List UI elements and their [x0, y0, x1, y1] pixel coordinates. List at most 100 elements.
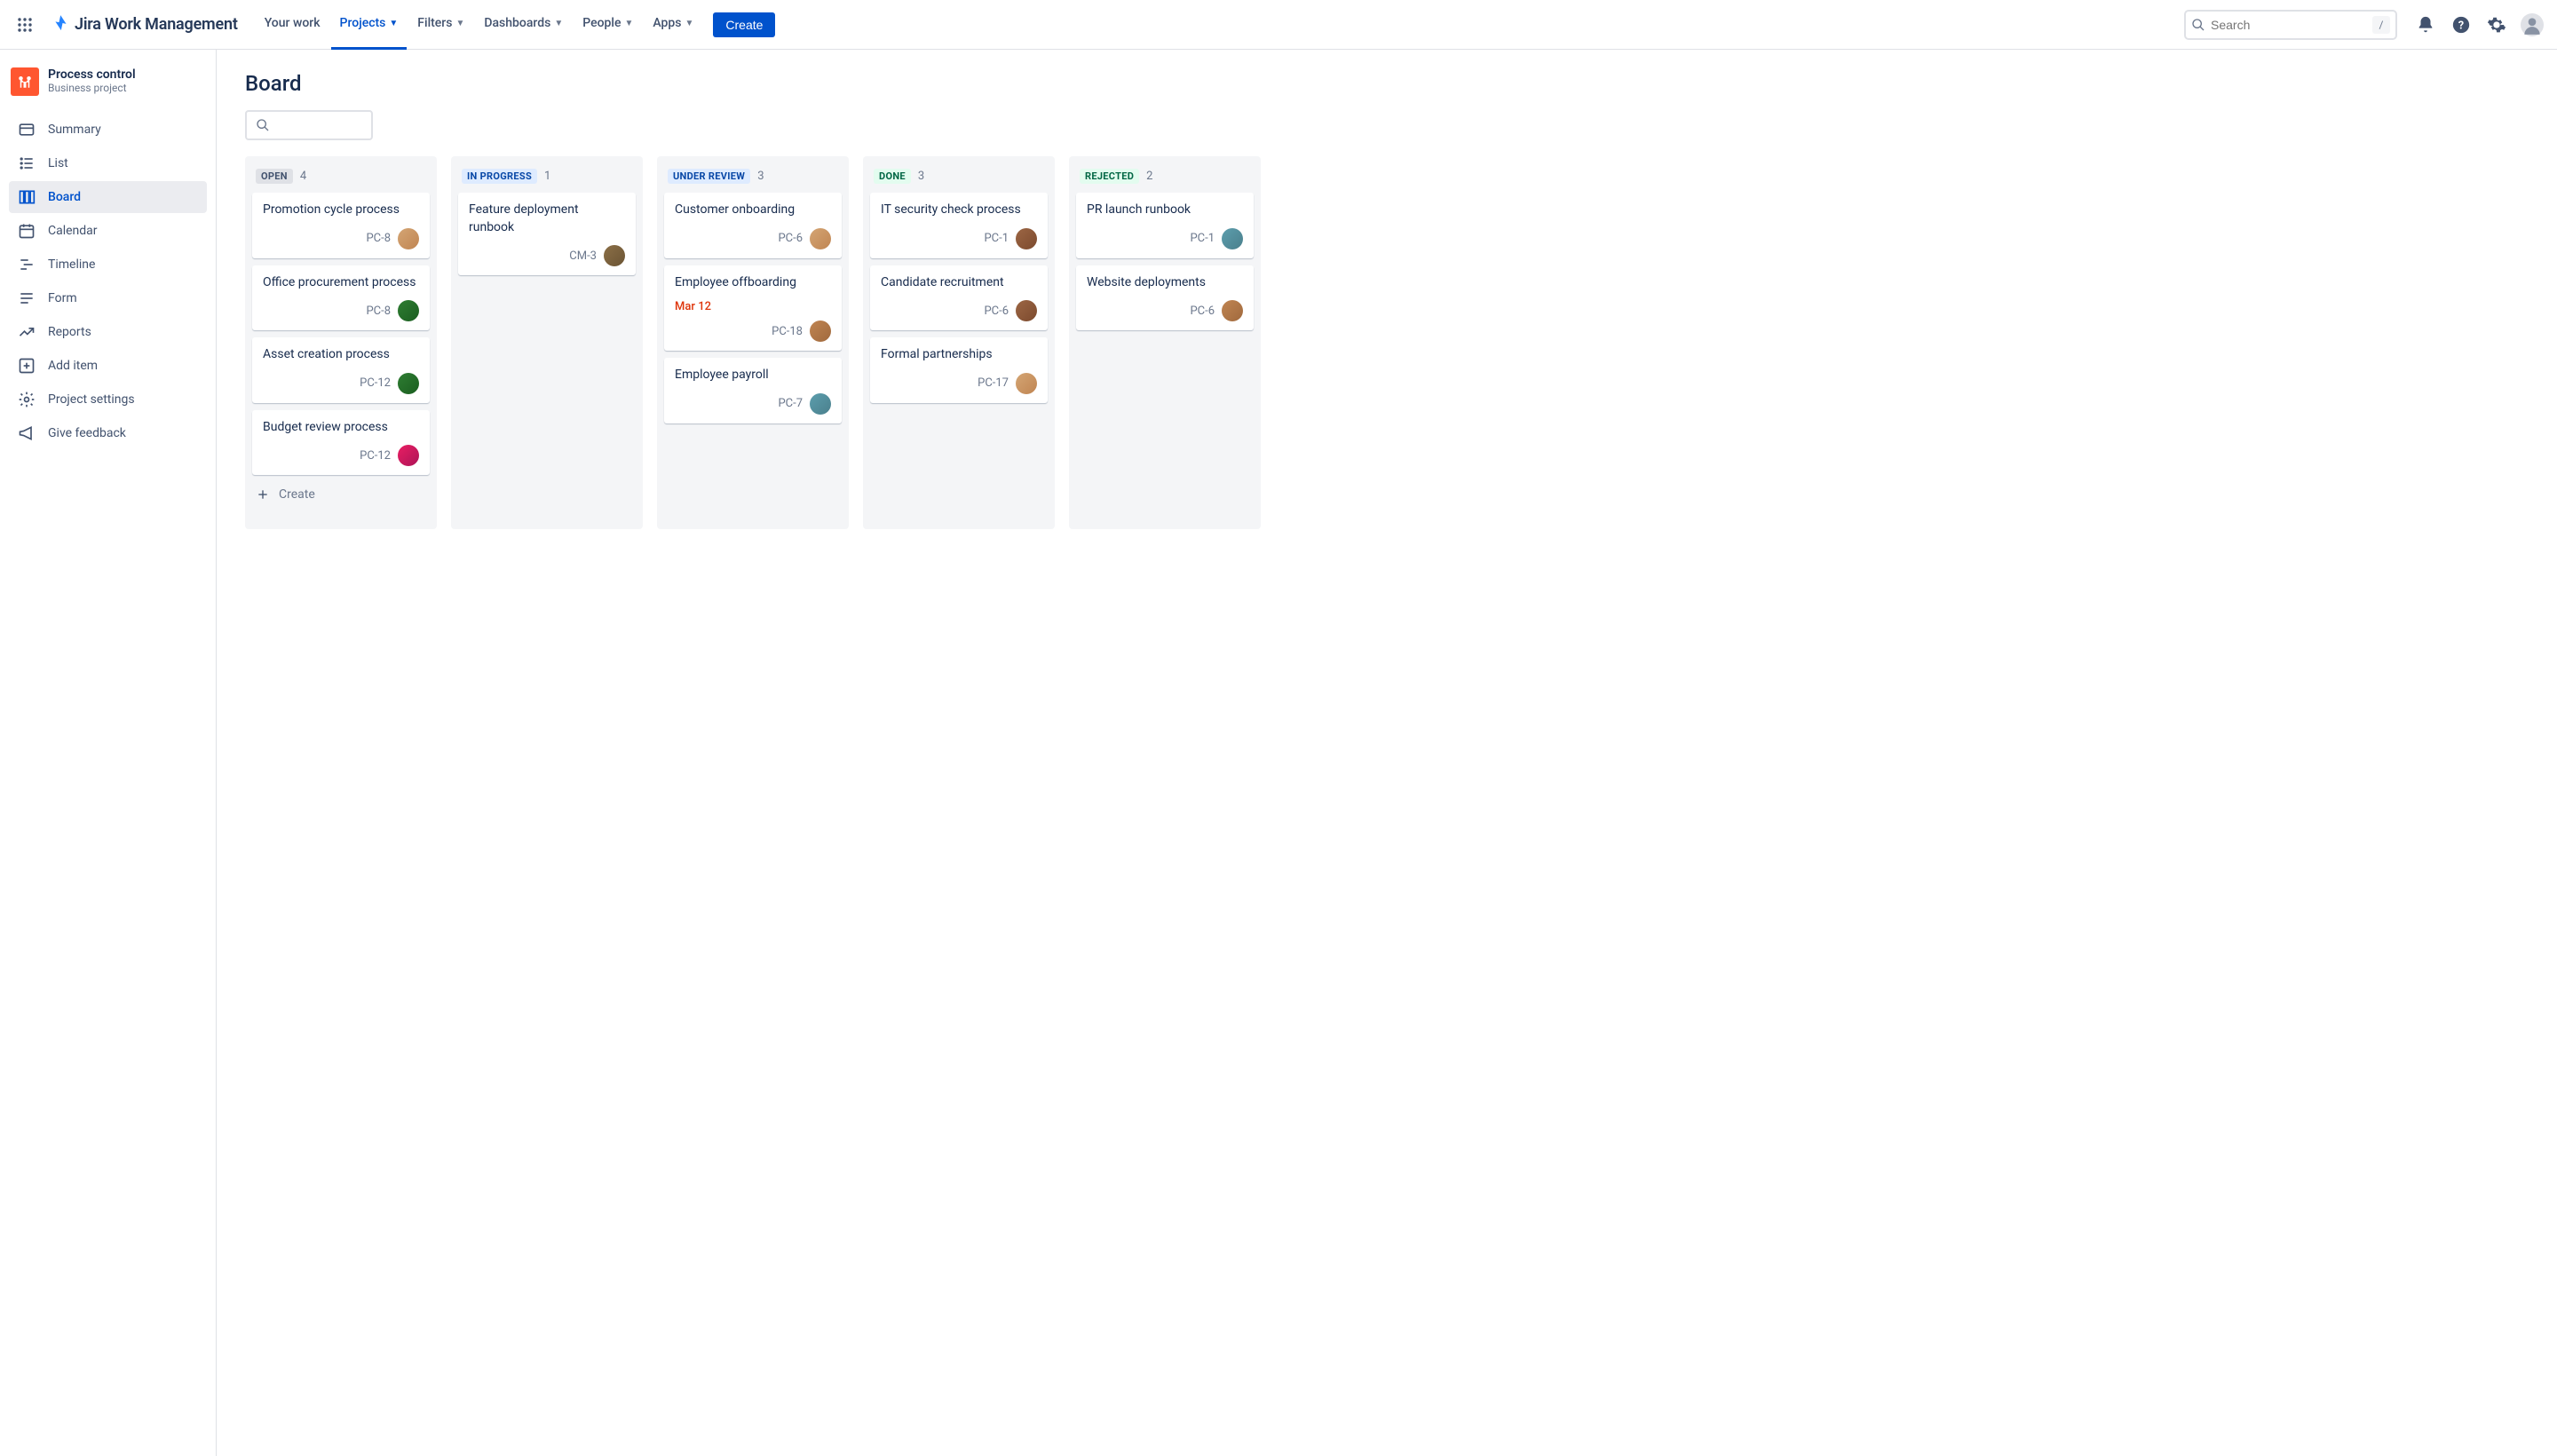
sidebar-item-project-settings[interactable]: Project settings — [9, 384, 207, 415]
card-footer: PC-7 — [675, 393, 831, 415]
sidebar-item-label: Give feedback — [48, 426, 126, 440]
sidebar-item-label: List — [48, 156, 68, 170]
nav-item-people[interactable]: People▼ — [574, 0, 642, 50]
card-key: PC-18 — [772, 325, 803, 338]
sidebar-item-timeline[interactable]: Timeline — [9, 249, 207, 281]
page-title: Board — [245, 71, 2529, 96]
card-key: PC-6 — [984, 305, 1009, 318]
sidebar-item-reports[interactable]: Reports — [9, 316, 207, 348]
card-footer: PC-1 — [881, 228, 1037, 249]
sidebar-item-form[interactable]: Form — [9, 282, 207, 314]
app-switcher-icon[interactable] — [11, 11, 39, 39]
card[interactable]: Employee offboardingMar 12PC-18 — [664, 265, 842, 352]
sidebar-item-label: Project settings — [48, 392, 135, 407]
nav-label: People — [582, 16, 621, 30]
card[interactable]: Feature deployment runbookCM-3 — [458, 193, 636, 275]
card[interactable]: Candidate recruitmentPC-6 — [870, 265, 1048, 331]
card[interactable]: Customer onboardingPC-6 — [664, 193, 842, 258]
assignee-avatar[interactable] — [810, 228, 831, 249]
project-type: Business project — [48, 82, 136, 94]
search-input[interactable] — [2205, 18, 2372, 32]
card[interactable]: Office procurement processPC-8 — [252, 265, 430, 331]
nav-item-dashboards[interactable]: Dashboards▼ — [475, 0, 572, 50]
card-footer: CM-3 — [469, 245, 625, 266]
create-card-button[interactable]: Create — [252, 482, 430, 507]
column-count: 4 — [300, 170, 306, 183]
sidebar-item-summary[interactable]: Summary — [9, 114, 207, 146]
card[interactable]: PR launch runbookPC-1 — [1076, 193, 1254, 258]
settings-icon[interactable] — [2482, 11, 2511, 39]
card-footer: PC-8 — [263, 300, 419, 321]
card-key: CM-3 — [569, 249, 597, 263]
sidebar-item-label: Reports — [48, 325, 91, 339]
column-open: OPEN4Promotion cycle processPC-8Office p… — [245, 156, 437, 529]
column-header: UNDER REVIEW3 — [664, 163, 842, 193]
nav-label: Dashboards — [484, 16, 550, 30]
card[interactable]: Budget review processPC-12 — [252, 410, 430, 476]
form-icon — [18, 289, 36, 307]
svg-text:?: ? — [2458, 19, 2464, 32]
sidebar-item-give-feedback[interactable]: Give feedback — [9, 417, 207, 449]
column-title: REJECTED — [1080, 169, 1139, 184]
card-key: PC-12 — [360, 376, 391, 390]
assignee-avatar[interactable] — [1016, 300, 1037, 321]
card-key: PC-8 — [366, 305, 391, 318]
profile-avatar[interactable] — [2518, 11, 2546, 39]
assignee-avatar[interactable] — [810, 320, 831, 342]
assignee-avatar[interactable] — [1016, 373, 1037, 394]
notifications-icon[interactable] — [2411, 11, 2440, 39]
card[interactable]: Promotion cycle processPC-8 — [252, 193, 430, 258]
project-header[interactable]: Process control Business project — [9, 67, 207, 114]
sidebar-item-board[interactable]: Board — [9, 181, 207, 213]
assignee-avatar[interactable] — [398, 445, 419, 466]
nav-label: Apps — [653, 16, 681, 30]
sidebar-item-label: Summary — [48, 123, 101, 137]
card-title: Formal partnerships — [881, 346, 1037, 364]
assignee-avatar[interactable] — [1222, 300, 1243, 321]
card-key: PC-12 — [360, 449, 391, 463]
project-icon — [11, 67, 39, 96]
chevron-down-icon: ▼ — [389, 19, 398, 28]
column-header: IN PROGRESS1 — [458, 163, 636, 193]
create-button[interactable]: Create — [713, 12, 775, 37]
assignee-avatar[interactable] — [398, 300, 419, 321]
card-key: PC-7 — [778, 397, 803, 410]
sidebar-item-label: Add item — [48, 359, 98, 373]
card[interactable]: Asset creation process PC-12 — [252, 337, 430, 403]
card-title: Asset creation process — [263, 346, 419, 364]
assignee-avatar[interactable] — [604, 245, 625, 266]
sidebar-item-list[interactable]: List — [9, 147, 207, 179]
card-date: Mar 12 — [675, 300, 831, 313]
card-title: IT security check process — [881, 202, 1037, 219]
search-box[interactable]: / — [2184, 10, 2397, 40]
sidebar-item-add-item[interactable]: Add item — [9, 350, 207, 382]
board: OPEN4Promotion cycle processPC-8Office p… — [245, 156, 2529, 529]
search-icon — [256, 118, 270, 132]
card[interactable]: Employee payrollPC-7 — [664, 358, 842, 423]
nav-item-filters[interactable]: Filters▼ — [408, 0, 473, 50]
nav-item-apps[interactable]: Apps▼ — [644, 0, 702, 50]
sidebar-item-label: Timeline — [48, 257, 95, 272]
help-icon[interactable]: ? — [2447, 11, 2475, 39]
product-name: Jira Work Management — [75, 15, 238, 34]
product-logo[interactable]: Jira Work Management — [43, 13, 245, 36]
chevron-down-icon: ▼ — [624, 19, 633, 28]
assignee-avatar[interactable] — [398, 228, 419, 249]
nav-item-your-work[interactable]: Your work — [256, 0, 329, 50]
card[interactable]: Formal partnerships PC-17 — [870, 337, 1048, 403]
sidebar-item-label: Calendar — [48, 224, 98, 238]
card-footer: PC-17 — [881, 373, 1037, 394]
assignee-avatar[interactable] — [810, 393, 831, 415]
card[interactable]: IT security check process PC-1 — [870, 193, 1048, 258]
assignee-avatar[interactable] — [398, 373, 419, 394]
settings-icon — [18, 391, 36, 408]
search-icon — [2191, 18, 2205, 32]
nav-label: Filters — [417, 16, 452, 30]
jira-logo-icon — [50, 13, 69, 36]
assignee-avatar[interactable] — [1222, 228, 1243, 249]
nav-item-projects[interactable]: Projects▼ — [331, 0, 408, 50]
sidebar-item-calendar[interactable]: Calendar — [9, 215, 207, 247]
assignee-avatar[interactable] — [1016, 228, 1037, 249]
card[interactable]: Website deploymentsPC-6 — [1076, 265, 1254, 331]
board-search[interactable] — [245, 110, 373, 140]
